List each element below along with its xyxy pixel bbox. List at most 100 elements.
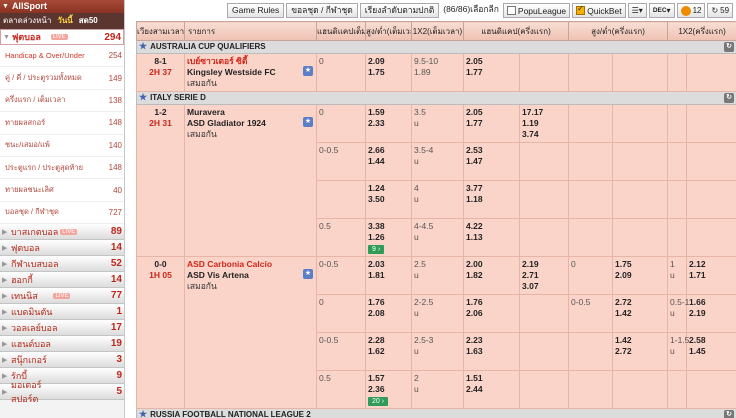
tab-today[interactable]: วันนี้ <box>54 13 75 29</box>
more-markets-button[interactable]: 9 › <box>368 245 385 254</box>
odds-over[interactable]: 1.76 <box>466 297 517 308</box>
odds-under[interactable]: 1.77 <box>466 67 517 78</box>
odds-under[interactable]: 2.44 <box>466 384 517 395</box>
odds-over[interactable]: 1.51 <box>466 373 517 384</box>
sport-item[interactable]: ▶ กีฬาเบสบอล 52 <box>0 256 124 273</box>
odds-1x2-away[interactable]: 1.19 <box>522 118 566 129</box>
view-mode-button[interactable]: ☰▾ <box>627 3 647 18</box>
away-team[interactable]: Kingsley Westside FC <box>187 67 314 78</box>
league-select-button[interactable]: (86/86)เลือกลีก <box>441 3 501 18</box>
tab-live[interactable]: สด50 <box>76 13 101 29</box>
odds-1x2-home[interactable] <box>522 221 566 232</box>
odds-home-1h[interactable] <box>615 183 665 194</box>
odds-under-1h[interactable] <box>689 384 734 395</box>
odds-away-1h[interactable] <box>615 232 665 243</box>
odds-1x2-home[interactable] <box>522 183 566 194</box>
submenu-item[interactable]: คู่ / คี่ / ประตูรวมทั้งหมด 149 <box>0 67 124 90</box>
favorite-star-icon[interactable]: ★ <box>139 409 147 418</box>
refresh-icon[interactable]: ↻ <box>724 92 735 103</box>
odds-1x2-home[interactable] <box>522 335 566 346</box>
odds-home-1h[interactable] <box>615 221 665 232</box>
odds-away-1h[interactable] <box>615 384 665 395</box>
odds-away-1h[interactable] <box>615 194 665 205</box>
odds-away-1h[interactable]: 2.09 <box>615 270 665 281</box>
odds-home[interactable]: 2.03 <box>368 259 409 270</box>
odds-under-1h[interactable]: 1.71 <box>689 270 734 281</box>
sport-football-open[interactable]: ▼ ฟุตบอล LIVE 294 <box>0 29 124 45</box>
sidebar-header[interactable]: ▼ AllSport <box>0 0 124 13</box>
odds-under-1h[interactable] <box>689 194 734 205</box>
sport-item[interactable]: ▶ ฟุตบอล 14 <box>0 240 124 257</box>
sport-item[interactable]: ▶ มอเตอร์สปอร์ต 5 <box>0 380 124 404</box>
odds-1x2-away[interactable] <box>522 156 566 167</box>
odds-1x2-draw[interactable] <box>522 205 566 216</box>
odds-1x2-home[interactable]: 17.17 <box>522 107 566 118</box>
more-markets-button[interactable]: 20 › <box>368 397 389 406</box>
odds-away[interactable]: 3.50 <box>368 194 409 205</box>
odds-away-1h[interactable] <box>615 118 665 129</box>
odds-away[interactable]: 1.62 <box>368 346 409 357</box>
odds-1x2-draw[interactable]: 3.74 <box>522 129 566 140</box>
odds-under[interactable]: 1.13 <box>466 232 517 243</box>
odds-home-1h[interactable] <box>615 56 665 67</box>
odds-under-1h[interactable]: 2.19 <box>689 308 734 319</box>
home-team[interactable]: ASD Carbonia Calcio <box>187 259 314 270</box>
odds-home-1h[interactable]: 1.42 <box>615 335 665 346</box>
odds-1x2-home[interactable] <box>522 297 566 308</box>
odds-away-1h[interactable]: 1.42 <box>615 308 665 319</box>
odds-1x2-draw[interactable] <box>522 167 566 178</box>
home-team[interactable]: เบย์ซาวเตอร์ ซิตี้ <box>187 56 314 67</box>
away-team[interactable]: ASD Vis Artena <box>187 270 314 281</box>
submenu-item[interactable]: ชนะ/เสมอ/แพ้ 140 <box>0 134 124 157</box>
odds-home-1h[interactable]: 2.72 <box>615 297 665 308</box>
favorite-star-icon[interactable]: ★ <box>139 41 147 52</box>
odds-1x2-draw[interactable] <box>522 243 566 254</box>
odds-1x2-draw[interactable] <box>522 395 566 406</box>
odds-home[interactable]: 1.59 <box>368 107 409 118</box>
odds-away-1h[interactable] <box>615 156 665 167</box>
odds-over-1h[interactable]: 2.58 <box>689 335 734 346</box>
odds-away[interactable]: 2.08 <box>368 308 409 319</box>
odds-under-1h[interactable] <box>689 156 734 167</box>
odds-over-1h[interactable] <box>689 183 734 194</box>
odds-under[interactable]: 2.06 <box>466 308 517 319</box>
submenu-item[interactable]: ทายผลสกอร์ 148 <box>0 112 124 135</box>
quickbet-toggle[interactable]: QuickBet <box>572 3 626 18</box>
submenu-item[interactable]: ทายผลชนะเลิศ 40 <box>0 179 124 202</box>
odds-1x2-home[interactable] <box>522 373 566 384</box>
odds-away-1h[interactable]: 2.72 <box>615 346 665 357</box>
odds-home[interactable]: 3.38 <box>368 221 409 232</box>
refresh-icon[interactable]: ↻ <box>724 409 735 418</box>
sport-item[interactable]: ▶ บาสเกตบอล LIVE 89 <box>0 224 124 241</box>
submenu-item[interactable]: ประตูแรก / ประตูสุดท้าย 148 <box>0 156 124 180</box>
alert-count-button[interactable]: 12 <box>676 3 706 18</box>
submenu-item[interactable]: Handicap & Over/Under 254 <box>0 45 124 68</box>
odds-under-1h[interactable] <box>689 232 734 243</box>
odds-1x2-draw[interactable]: 3.07 <box>522 281 566 292</box>
odds-over[interactable]: 2.05 <box>466 107 517 118</box>
odds-over[interactable]: 2.53 <box>466 145 517 156</box>
odds-under-1h[interactable] <box>689 67 734 78</box>
soccer-filter-dropdown[interactable]: ขอลชุด / กีฬาชุด <box>286 3 358 18</box>
sport-item[interactable]: ▶ ฮอกกี้ 14 <box>0 272 124 289</box>
odds-1x2-away[interactable] <box>522 346 566 357</box>
odds-over[interactable]: 4.22 <box>466 221 517 232</box>
favorite-icon[interactable]: ★ <box>303 117 313 127</box>
odds-1x2-away[interactable] <box>522 232 566 243</box>
sport-item[interactable]: ▶ เทนนิส LIVE 77 <box>0 288 124 305</box>
odds-home-1h[interactable] <box>615 145 665 156</box>
odds-over-1h[interactable] <box>689 145 734 156</box>
favorite-icon[interactable]: ★ <box>303 269 313 279</box>
odds-1x2-away[interactable] <box>522 67 566 78</box>
odds-over[interactable]: 2.00 <box>466 259 517 270</box>
odds-home[interactable]: 1.76 <box>368 297 409 308</box>
odds-away[interactable]: 2.33 <box>368 118 409 129</box>
sort-dropdown[interactable]: เรียงลำดับตามปกติ <box>359 3 440 18</box>
sport-item[interactable]: ▶ สนุ๊กเกอร์ 3 <box>0 352 124 369</box>
odds-under[interactable]: 1.82 <box>466 270 517 281</box>
refresh-icon[interactable]: ↻ <box>724 41 735 52</box>
favorite-icon[interactable]: ★ <box>303 66 313 76</box>
odds-home-1h[interactable] <box>615 373 665 384</box>
odds-away[interactable]: 1.44 <box>368 156 409 167</box>
odds-over[interactable]: 3.77 <box>466 183 517 194</box>
